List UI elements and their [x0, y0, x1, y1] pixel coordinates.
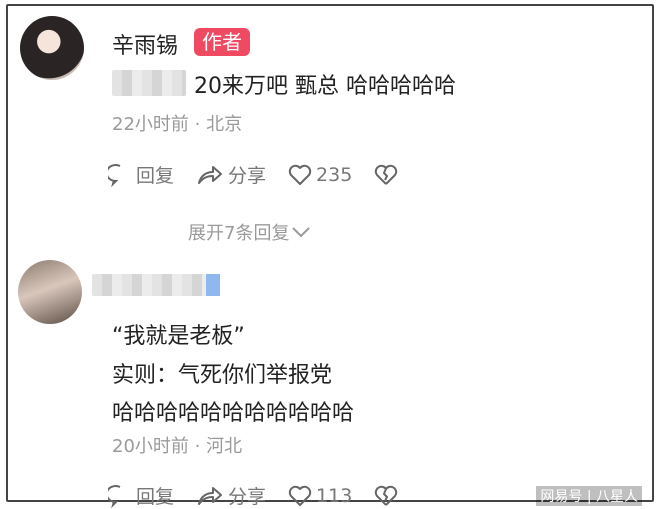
watermark: 网易号 | 八星人 — [536, 486, 642, 506]
reply-button[interactable]: 回复 — [108, 161, 174, 188]
like-count: 235 — [316, 163, 353, 186]
avatar[interactable] — [18, 260, 82, 324]
reply-button[interactable]: 回复 — [108, 482, 174, 509]
like-button[interactable]: 235 — [288, 164, 352, 186]
like-count: 113 — [316, 484, 353, 507]
comment-bubble-icon — [108, 163, 121, 187]
reply-label: 回复 — [136, 165, 175, 187]
share-button[interactable]: 分享 — [196, 482, 266, 509]
share-arrow-icon — [198, 165, 223, 184]
broken-heart-icon — [375, 164, 398, 185]
blurred-username — [92, 274, 206, 296]
username[interactable]: 辛雨锡 — [112, 28, 178, 60]
broken-heart-icon — [375, 485, 398, 506]
blurred-mention — [112, 70, 186, 96]
avatar[interactable] — [20, 16, 84, 80]
comment-bubble-icon — [108, 484, 121, 508]
dislike-button[interactable] — [374, 485, 402, 507]
comment-panel: 辛雨锡 作者 20来万吧 甄总 哈哈哈哈哈 22小时前 · 北京 回复 分享 2… — [6, 4, 654, 508]
heart-icon — [288, 485, 312, 506]
share-button[interactable]: 分享 — [196, 161, 266, 188]
comment-text-line: “我就是老板” — [112, 324, 245, 349]
comment-actions: 回复 分享 235 — [108, 161, 424, 188]
comment-meta: 20小时前 · 河北 — [112, 436, 243, 457]
expand-replies-label: 展开7条回复 — [188, 223, 290, 244]
comment-meta: 22小时前 · 北京 — [112, 114, 243, 135]
comment-text-line: 实则：气死你们举报党 — [112, 363, 333, 388]
share-label: 分享 — [228, 165, 267, 187]
share-arrow-icon — [198, 486, 223, 505]
like-button[interactable]: 113 — [288, 485, 352, 507]
blurred-badge — [206, 274, 220, 296]
comment-text: 20来万吧 甄总 哈哈哈哈哈 — [194, 74, 456, 99]
comment-actions: 回复 分享 113 — [108, 482, 424, 509]
heart-icon — [288, 164, 312, 185]
dislike-button[interactable] — [374, 164, 402, 186]
share-label: 分享 — [228, 486, 267, 508]
comment-text-line: 哈哈哈哈哈哈哈哈哈哈哈 — [112, 401, 355, 426]
expand-replies[interactable]: 展开7条回复 — [188, 219, 311, 245]
reply-label: 回复 — [136, 486, 175, 508]
chevron-down-icon — [292, 227, 311, 238]
author-badge: 作者 — [194, 28, 250, 56]
